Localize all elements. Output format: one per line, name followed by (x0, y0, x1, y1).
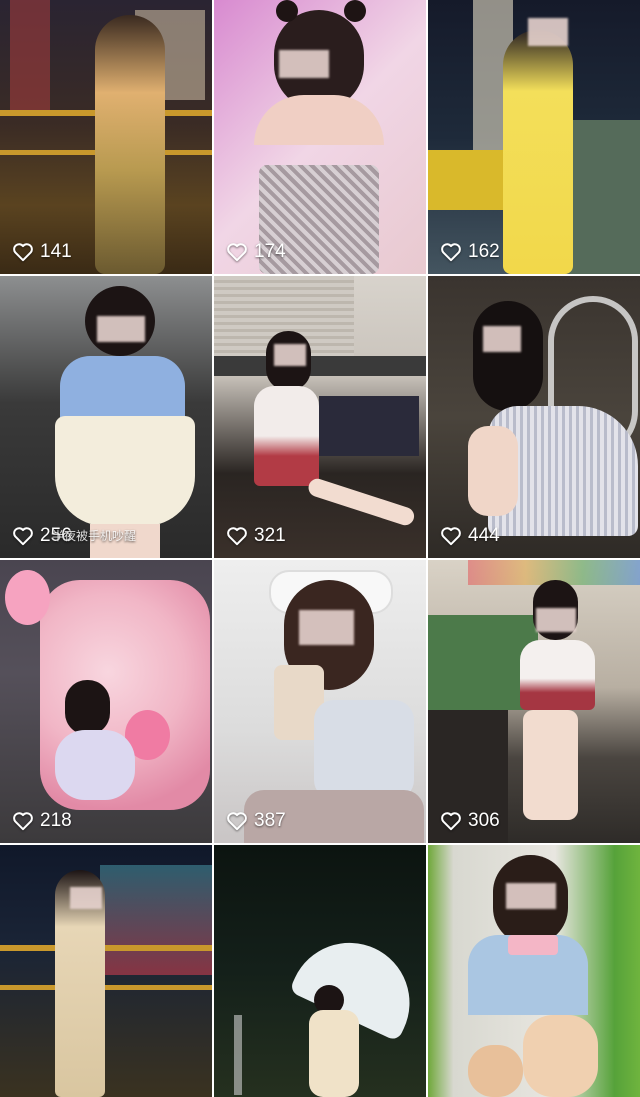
like-count: 387 (226, 810, 286, 832)
like-count-value: 218 (40, 810, 72, 831)
video-thumbnail[interactable]: 321 (214, 276, 426, 558)
video-grid: 141 174 162 256 半夜被手机吵醒 321 444 218 387 … (0, 0, 640, 1097)
heart-outline-icon (13, 527, 33, 546)
like-count-value: 162 (468, 241, 500, 262)
like-count: 141 (12, 241, 72, 263)
heart-outline-icon (227, 243, 247, 262)
video-thumbnail[interactable] (428, 845, 640, 1097)
heart-outline-icon (227, 527, 247, 546)
like-count: 174 (226, 241, 286, 263)
like-count-value: 174 (254, 241, 286, 262)
video-thumbnail[interactable] (214, 845, 426, 1097)
heart-outline-icon (441, 243, 461, 262)
video-thumbnail[interactable]: 162 (428, 0, 640, 274)
like-count: 444 (440, 525, 500, 547)
heart-outline-icon (227, 812, 247, 831)
like-count-value: 387 (254, 810, 286, 831)
video-thumbnail[interactable] (0, 845, 212, 1097)
heart-outline-icon (13, 812, 33, 831)
video-thumbnail[interactable]: 256 半夜被手机吵醒 (0, 276, 212, 558)
like-count: 321 (226, 525, 286, 547)
video-thumbnail[interactable]: 218 (0, 560, 212, 843)
video-thumbnail[interactable]: 174 (214, 0, 426, 274)
like-count: 306 (440, 810, 500, 832)
like-count-value: 444 (468, 525, 500, 546)
like-count-value: 321 (254, 525, 286, 546)
like-count: 218 (12, 810, 72, 832)
like-count-value: 141 (40, 241, 72, 262)
like-count: 162 (440, 241, 500, 263)
caption-overlay: 半夜被手机吵醒 (52, 529, 137, 543)
video-thumbnail[interactable]: 141 (0, 0, 212, 274)
video-thumbnail[interactable]: 444 (428, 276, 640, 558)
like-count-value: 306 (468, 810, 500, 831)
heart-outline-icon (441, 527, 461, 546)
video-thumbnail[interactable]: 387 (214, 560, 426, 843)
heart-outline-icon (441, 812, 461, 831)
video-thumbnail[interactable]: 306 (428, 560, 640, 843)
heart-outline-icon (13, 243, 33, 262)
